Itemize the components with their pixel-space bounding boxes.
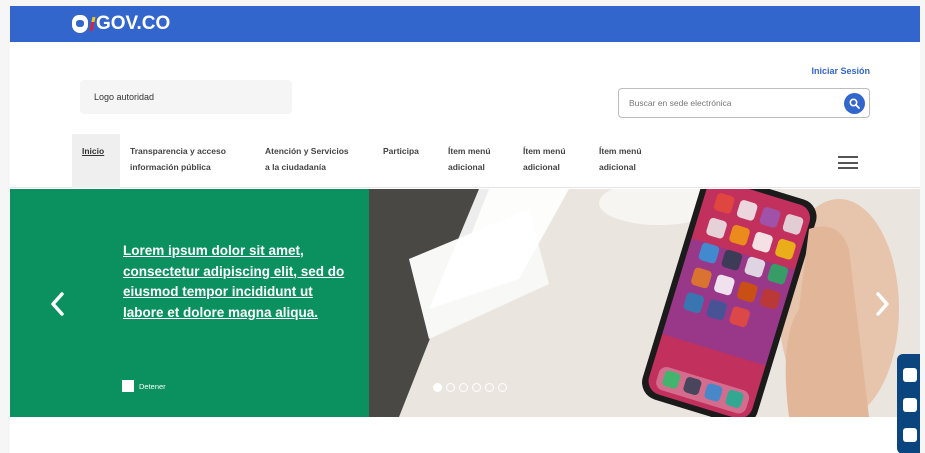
gov-flag-mark bbox=[89, 17, 96, 31]
menu-icon[interactable] bbox=[838, 156, 858, 169]
contrast-icon[interactable] bbox=[903, 368, 917, 382]
accessibility-bar bbox=[897, 354, 920, 453]
text-size-down-icon[interactable] bbox=[903, 398, 917, 412]
carousel-dot[interactable] bbox=[472, 383, 481, 392]
carousel-stop-label: Detener bbox=[139, 381, 166, 391]
authority-logo[interactable]: Logo autoridad bbox=[80, 80, 292, 114]
nav-item-label-2: adicional bbox=[523, 162, 560, 172]
nav-item-label-2: adicional bbox=[599, 162, 636, 172]
carousel-dot[interactable] bbox=[485, 383, 494, 392]
nav-item-label-2: información pública bbox=[130, 162, 211, 172]
carousel-dot[interactable] bbox=[459, 383, 468, 392]
carousel-indicators bbox=[433, 383, 511, 392]
nav-item-participa[interactable]: Participa bbox=[383, 143, 419, 159]
login-link[interactable]: Iniciar Sesión bbox=[811, 66, 870, 76]
nav-item-label: Ítem menú bbox=[599, 146, 642, 156]
nav-item-adicional-1[interactable]: Ítem menú adicional bbox=[448, 143, 491, 175]
gov-logo[interactable]: GOV.CO bbox=[72, 13, 170, 35]
carousel-dot[interactable] bbox=[498, 383, 507, 392]
search-box bbox=[618, 88, 870, 118]
search-button[interactable] bbox=[844, 93, 865, 114]
carousel-stop-button[interactable]: Detener bbox=[122, 380, 166, 392]
carousel-dot[interactable] bbox=[433, 383, 442, 392]
nav-item-adicional-3[interactable]: Ítem menú adicional bbox=[599, 143, 642, 175]
gov-top-bar: GOV.CO bbox=[10, 6, 920, 42]
hero-carousel: Lorem ipsum dolor sit amet, consectetur … bbox=[10, 189, 920, 417]
nav-item-label: Inicio bbox=[82, 146, 105, 156]
gov-logo-text: GOV.CO bbox=[96, 13, 171, 34]
main-nav: Inicio Transparencia y acceso informació… bbox=[10, 134, 920, 188]
chevron-left-icon[interactable] bbox=[48, 291, 68, 317]
nav-item-label: Transparencia y acceso bbox=[130, 146, 226, 156]
nav-item-label: Participa bbox=[383, 146, 419, 156]
carousel-dot[interactable] bbox=[446, 383, 455, 392]
page: GOV.CO Iniciar Sesión Logo autoridad Ini… bbox=[10, 6, 920, 453]
nav-item-label-2: adicional bbox=[448, 162, 485, 172]
nav-item-label-2: a la ciudadanía bbox=[265, 162, 326, 172]
nav-item-label: Ítem menú bbox=[448, 146, 491, 156]
authority-logo-text: Logo autoridad bbox=[94, 92, 155, 102]
gov-shield-icon bbox=[72, 15, 88, 33]
nav-item-transparencia[interactable]: Transparencia y acceso información públi… bbox=[130, 143, 226, 175]
nav-item-inicio[interactable]: Inicio bbox=[72, 134, 120, 188]
chevron-right-icon[interactable] bbox=[872, 291, 892, 317]
nav-item-label: Atención y Servicios bbox=[265, 146, 349, 156]
nav-item-label: Ítem menú bbox=[523, 146, 566, 156]
text-size-up-icon[interactable] bbox=[903, 428, 917, 442]
nav-item-atencion[interactable]: Atención y Servicios a la ciudadanía bbox=[265, 143, 349, 175]
search-icon bbox=[849, 98, 860, 109]
stop-icon bbox=[122, 380, 134, 392]
hero-title-link[interactable]: Lorem ipsum dolor sit amet, consectetur … bbox=[123, 241, 353, 323]
nav-item-adicional-2[interactable]: Ítem menú adicional bbox=[523, 143, 566, 175]
search-input[interactable] bbox=[629, 98, 839, 108]
